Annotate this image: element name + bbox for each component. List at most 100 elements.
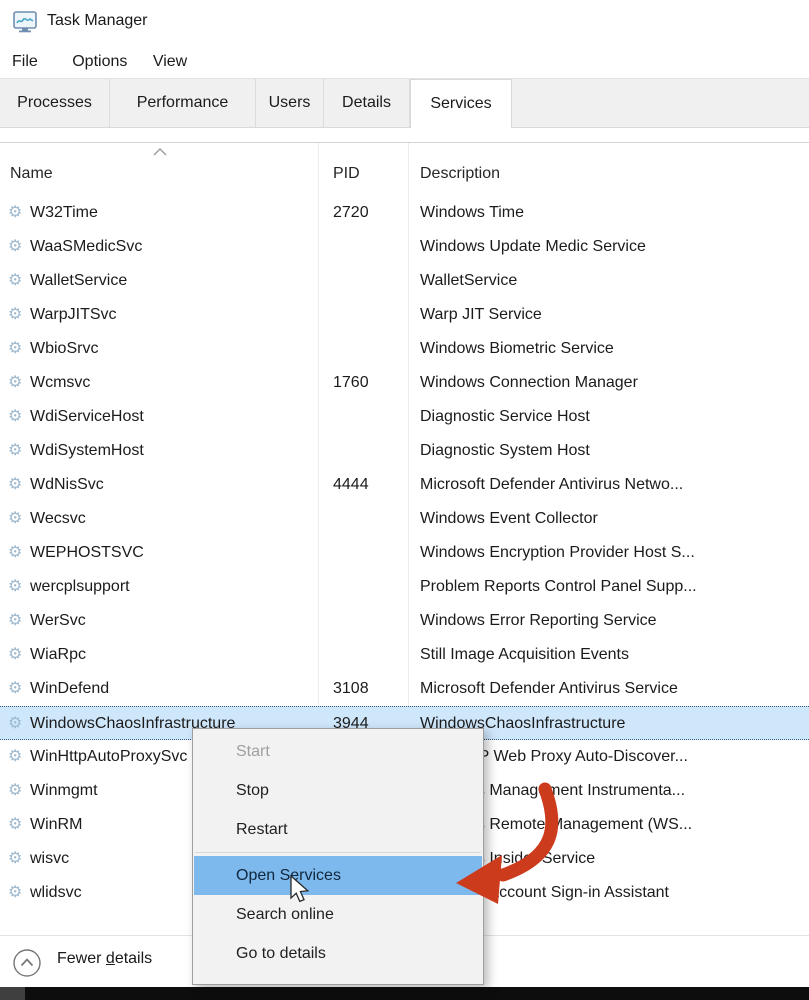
- table-row[interactable]: ⚙WinDefend3108Microsoft Defender Antivir…: [0, 672, 809, 706]
- service-name: Winmgmt: [30, 774, 98, 808]
- table-row[interactable]: ⚙WaaSMedicSvcWindows Update Medic Servic…: [0, 230, 809, 264]
- service-name: WinRM: [30, 808, 82, 842]
- taskbar-strip: [0, 987, 809, 1000]
- service-name: WinDefend: [30, 672, 109, 706]
- service-description: Windows Connection Manager: [420, 366, 638, 400]
- service-gear-icon: ⚙: [8, 672, 22, 706]
- service-description: Diagnostic Service Host: [420, 400, 590, 434]
- service-gear-icon: ⚙: [8, 876, 22, 910]
- service-name: WarpJITSvc: [30, 298, 117, 332]
- tab-services[interactable]: Services: [410, 79, 512, 128]
- service-description: Windows Event Collector: [420, 502, 598, 536]
- taskbar-strip-segment: [0, 987, 25, 1000]
- menu-item-restart[interactable]: Restart: [194, 810, 482, 849]
- service-gear-icon: ⚙: [8, 536, 22, 570]
- service-gear-icon: ⚙: [8, 502, 22, 536]
- service-gear-icon: ⚙: [8, 196, 22, 230]
- menu-separator: [195, 852, 481, 853]
- service-gear-icon: ⚙: [8, 740, 22, 774]
- table-row[interactable]: ⚙WdiSystemHost Diagnostic System Host: [0, 434, 809, 468]
- service-gear-icon: ⚙: [8, 707, 22, 741]
- service-description: Still Image Acquisition Events: [420, 638, 629, 672]
- table-row[interactable]: ⚙WEPHOSTSVCWindows Encryption Provider H…: [0, 536, 809, 570]
- service-name: WiaRpc: [30, 638, 86, 672]
- table-row[interactable]: ⚙wercplsupportProblem Reports Control Pa…: [0, 570, 809, 604]
- tab-performance[interactable]: Performance: [110, 79, 256, 127]
- menu-bar: File Options View: [0, 46, 809, 79]
- tab-processes[interactable]: Processes: [0, 79, 110, 127]
- service-gear-icon: ⚙: [8, 842, 22, 876]
- service-name: WalletService: [30, 264, 127, 298]
- menu-file[interactable]: File: [12, 46, 38, 78]
- menu-item-search-online[interactable]: Search online: [194, 895, 482, 934]
- table-row[interactable]: ⚙Wcmsvc 1760 Windows Connection Manager: [0, 366, 809, 400]
- chevron-up-circle-icon: [12, 948, 42, 978]
- service-gear-icon: ⚙: [8, 638, 22, 672]
- table-header: Name PID Description: [0, 143, 809, 195]
- table-row[interactable]: ⚙WalletServiceWalletService: [0, 264, 809, 298]
- tab-details[interactable]: Details: [324, 79, 410, 127]
- service-gear-icon: ⚙: [8, 468, 22, 502]
- service-gear-icon: ⚙: [8, 230, 22, 264]
- table-row[interactable]: ⚙W32Time 2720 Windows Time: [0, 196, 809, 230]
- service-description: Windows Time: [420, 196, 524, 230]
- menu-item-stop[interactable]: Stop: [194, 771, 482, 810]
- service-name: Wecsvc: [30, 502, 86, 536]
- service-name: WdiServiceHost: [30, 400, 144, 434]
- tab-users[interactable]: Users: [256, 79, 324, 127]
- service-description: Windows Error Reporting Service: [420, 604, 657, 638]
- service-name: wisvc: [30, 842, 69, 876]
- service-gear-icon: ⚙: [8, 808, 22, 842]
- service-name: WerSvc: [30, 604, 86, 638]
- service-name: Wcmsvc: [30, 366, 90, 400]
- tab-strip: Processes Performance Users Details Serv…: [0, 79, 809, 128]
- service-name: WdNisSvc: [30, 468, 104, 502]
- service-pid: 1760: [333, 366, 369, 400]
- column-header-pid[interactable]: PID: [333, 165, 360, 183]
- column-header-name[interactable]: Name: [10, 165, 53, 183]
- service-description: Microsoft Defender Antivirus Service: [420, 672, 678, 706]
- service-description: WalletService: [420, 264, 517, 298]
- service-name: wercplsupport: [30, 570, 130, 604]
- service-gear-icon: ⚙: [8, 604, 22, 638]
- service-name: WEPHOSTSVC: [30, 536, 144, 570]
- table-row[interactable]: ⚙WarpJITSvc Warp JIT Service: [0, 298, 809, 332]
- menu-item-open-services[interactable]: Open Services: [194, 856, 482, 895]
- service-name: WinHttpAutoProxySvc: [30, 740, 187, 774]
- service-description: Problem Reports Control Panel Supp...: [420, 570, 697, 604]
- service-gear-icon: ⚙: [8, 264, 22, 298]
- table-row[interactable]: ⚙WerSvc Windows Error Reporting Service: [0, 604, 809, 638]
- service-gear-icon: ⚙: [8, 298, 22, 332]
- sort-ascending-icon: [153, 148, 167, 156]
- service-description: Windows Biometric Service: [420, 332, 614, 366]
- table-row[interactable]: ⚙WiaRpc Still Image Acquisition Events: [0, 638, 809, 672]
- context-menu: StartStopRestart Open ServicesSearch onli…: [192, 728, 484, 985]
- service-description: Microsoft Defender Antivirus Netwo...: [420, 468, 683, 502]
- task-manager-window: Task Manager File Options View Processes…: [0, 0, 809, 1000]
- service-name: WdiSystemHost: [30, 434, 144, 468]
- service-description: Diagnostic System Host: [420, 434, 590, 468]
- column-header-description[interactable]: Description: [420, 165, 500, 183]
- service-description: Warp JIT Service: [420, 298, 542, 332]
- service-name: W32Time: [30, 196, 98, 230]
- menu-options[interactable]: Options: [72, 46, 127, 78]
- service-gear-icon: ⚙: [8, 332, 22, 366]
- service-gear-icon: ⚙: [8, 400, 22, 434]
- service-pid: 2720: [333, 196, 369, 230]
- task-manager-icon: [13, 11, 37, 33]
- service-description: Windows Update Medic Service: [420, 230, 646, 264]
- menu-item-go-to-details[interactable]: Go to details: [194, 934, 482, 973]
- menu-view[interactable]: View: [153, 46, 187, 78]
- service-name: WbioSrvc: [30, 332, 98, 366]
- table-row[interactable]: ⚙Wecsvc Windows Event Collector: [0, 502, 809, 536]
- title-bar: Task Manager: [0, 0, 809, 46]
- table-row[interactable]: ⚙WbioSrvc Windows Biometric Service: [0, 332, 809, 366]
- table-row[interactable]: ⚙WdNisSvc 4444 Microsoft Defender Antiviru…: [0, 468, 809, 502]
- service-gear-icon: ⚙: [8, 366, 22, 400]
- table-row[interactable]: ⚙WdiServiceHost Diagnostic Service Host: [0, 400, 809, 434]
- menu-item-start[interactable]: Start: [194, 732, 482, 771]
- service-name: wlidsvc: [30, 876, 82, 910]
- service-gear-icon: ⚙: [8, 774, 22, 808]
- service-gear-icon: ⚙: [8, 434, 22, 468]
- service-pid: 4444: [333, 468, 369, 502]
